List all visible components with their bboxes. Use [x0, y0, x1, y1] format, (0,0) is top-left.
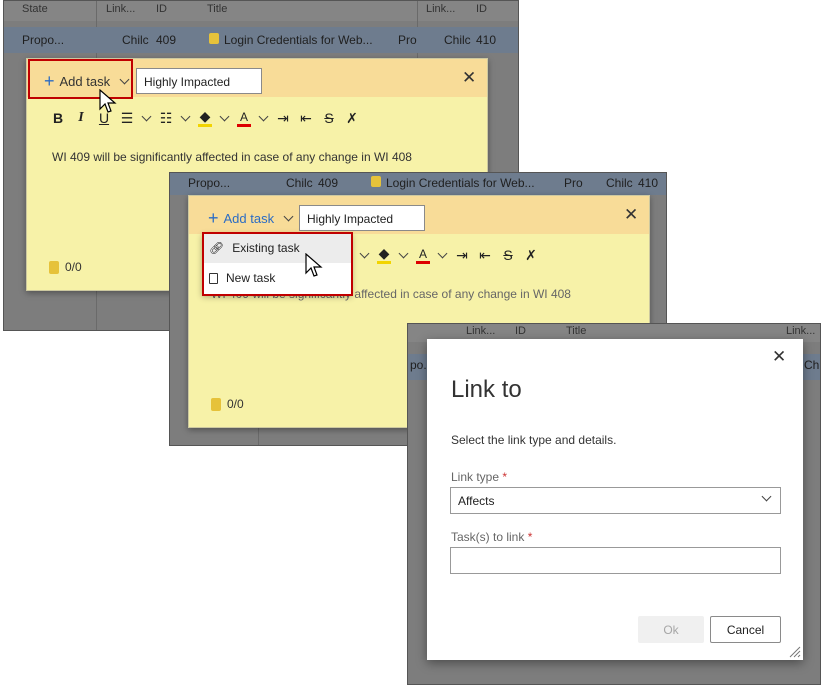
column-header-state[interactable]: State: [22, 3, 48, 15]
column-header-link-2[interactable]: Link...: [426, 3, 455, 15]
mouse-pointer-icon: [99, 89, 117, 113]
work-item-icon: [209, 33, 219, 44]
clear-format-icon[interactable]: ✗: [524, 246, 538, 264]
column-header-link[interactable]: Link...: [106, 3, 135, 15]
add-task-label: Add task: [223, 210, 275, 226]
id-cell: 409: [156, 33, 177, 47]
chevron-down-icon[interactable]: [437, 248, 448, 258]
highlight-icon[interactable]: ◆: [198, 108, 212, 127]
link-type-select[interactable]: Affects: [450, 487, 781, 514]
chevron-down-icon: [283, 211, 294, 221]
bold-icon[interactable]: B: [51, 109, 65, 127]
dialog-subtitle: Select the link type and details.: [451, 433, 617, 447]
title-cell[interactable]: Login Credentials for Web...: [386, 176, 535, 190]
tasks-to-link-input[interactable]: [450, 547, 781, 574]
tasks-label-text: Task(s) to link: [451, 530, 525, 544]
state-cell: Pro: [564, 176, 583, 190]
chevron-down-icon[interactable]: [258, 111, 269, 121]
italic-icon[interactable]: I: [74, 109, 88, 127]
chevron-down-icon[interactable]: [180, 111, 191, 121]
state-cell: Propo...: [22, 33, 65, 47]
tag-input[interactable]: Highly Impacted: [136, 68, 262, 94]
indent-icon[interactable]: ⇥: [276, 109, 290, 127]
chevron-down-icon[interactable]: [219, 111, 230, 121]
chevron-down-icon[interactable]: [359, 248, 370, 258]
table-row[interactable]: Propo... Chilc 409 Login Credentials for…: [4, 27, 518, 53]
formatting-toolbar: ◆ A ⇥ ⇤ S ✗: [359, 245, 538, 264]
tasks-label: Task(s) to link *: [451, 530, 532, 544]
state-cell: Propo...: [188, 176, 231, 190]
font-color-icon[interactable]: A: [416, 246, 430, 264]
link-type-label-text: Link type: [451, 470, 500, 484]
id-cell: 409: [318, 176, 339, 190]
column-header-title[interactable]: Title: [207, 3, 227, 15]
link-type-label: Link type *: [451, 470, 507, 484]
required-indicator: *: [527, 530, 533, 544]
chevron-down-icon: [761, 491, 772, 502]
cancel-button[interactable]: Cancel: [710, 616, 781, 643]
grid-header: State Link... ID Title Link... ID: [4, 1, 518, 21]
column-header-id-2[interactable]: ID: [476, 3, 487, 15]
task-counter: 0/0: [211, 397, 244, 411]
numbered-list-icon[interactable]: ☷: [159, 109, 173, 127]
work-item-icon: [371, 176, 381, 187]
screenshot-panel-3: Link... ID Title Link... po... Chi Link …: [407, 323, 821, 685]
dialog-title: Link to: [451, 376, 522, 403]
outdent-icon[interactable]: ⇤: [299, 109, 313, 127]
mouse-pointer-icon: [305, 253, 323, 277]
resize-handle-icon[interactable]: [789, 646, 801, 658]
plus-icon: +: [208, 208, 219, 228]
link-cell: Chilc: [606, 176, 633, 190]
add-task-button[interactable]: + Add task: [208, 208, 294, 228]
highlight-frame: [202, 232, 353, 296]
link-cell: Chilc: [286, 176, 313, 190]
table-row[interactable]: Propo... Chilc 409 Login Credentials for…: [170, 173, 666, 195]
task-icon: [49, 260, 59, 274]
task-icon: [211, 397, 221, 411]
outdent-icon[interactable]: ⇤: [478, 246, 492, 264]
column-header-id[interactable]: ID: [515, 325, 526, 337]
formatting-toolbar: B I U ☰ ☷ ◆ A ⇥ ⇤ S ✗: [51, 108, 359, 127]
clear-format-icon[interactable]: ✗: [345, 109, 359, 127]
link-cell: Chilc: [444, 33, 471, 47]
strikethrough-icon[interactable]: S: [322, 109, 336, 127]
column-header-link-2[interactable]: Link...: [786, 325, 815, 337]
title-cell[interactable]: Login Credentials for Web...: [224, 33, 373, 47]
tag-input[interactable]: Highly Impacted: [299, 205, 425, 231]
bullet-list-icon[interactable]: ☰: [120, 109, 134, 127]
strikethrough-icon[interactable]: S: [501, 246, 515, 264]
column-header-link[interactable]: Link...: [466, 325, 495, 337]
column-header-id[interactable]: ID: [156, 3, 167, 15]
column-header-title[interactable]: Title: [566, 325, 586, 337]
link-type-value: Affects: [458, 494, 495, 508]
task-count: 0/0: [227, 397, 244, 411]
chevron-down-icon[interactable]: [398, 248, 409, 258]
link-to-dialog: Link to ✕ Select the link type and detai…: [427, 339, 803, 660]
id-cell: 410: [638, 176, 659, 190]
state-cell: Pro: [398, 33, 417, 47]
link-cell: Chilc: [122, 33, 149, 47]
font-color-icon[interactable]: A: [237, 109, 251, 127]
ok-button[interactable]: Ok: [638, 616, 704, 643]
task-count: 0/0: [65, 260, 82, 274]
link-cell: Chi: [804, 358, 821, 372]
id-cell: 410: [476, 33, 497, 47]
indent-icon[interactable]: ⇥: [455, 246, 469, 264]
highlight-icon[interactable]: ◆: [377, 245, 391, 264]
close-icon[interactable]: ✕: [462, 68, 476, 88]
task-counter: 0/0: [49, 260, 82, 274]
required-indicator: *: [502, 470, 508, 484]
close-icon[interactable]: ✕: [624, 205, 638, 225]
note-text[interactable]: WI 409 will be significantly affected in…: [52, 150, 412, 164]
close-icon[interactable]: ✕: [772, 347, 786, 367]
chevron-down-icon[interactable]: [141, 111, 152, 121]
highlight-frame: [28, 59, 133, 99]
